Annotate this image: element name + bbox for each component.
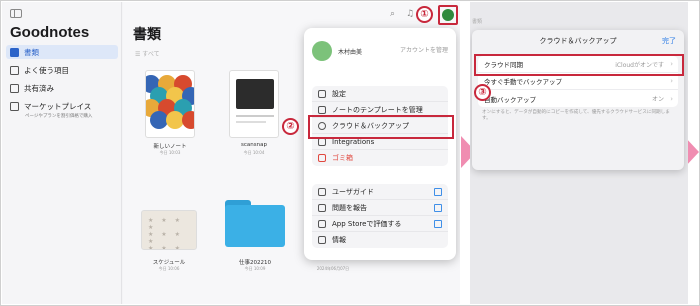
menu-item-report-problem[interactable]: 問題を報告 — [312, 200, 448, 216]
goodnotes-library-screen: Goodnotes 書類 よく使う項目 共有済み マーケットプレイス ページやプ… — [2, 2, 460, 304]
step-2-marker: ② — [282, 118, 299, 135]
external-link-icon — [434, 204, 442, 212]
sidebar-toggle-icon[interactable] — [10, 9, 22, 18]
sidebar-item-favorites[interactable]: よく使う項目 — [6, 63, 118, 77]
highlight-profile-button — [438, 5, 458, 25]
backup-note: オンにすると、データが自動的にコピーを作成して、優先するクラウドサービスに同期し… — [482, 110, 670, 121]
highlight-cloud-backup — [308, 115, 454, 139]
marketplace-subtitle: ページやプランを割引価格で購入 — [25, 114, 93, 119]
menu-item-info[interactable]: 情報 — [312, 232, 448, 248]
notebook-cover-schedule[interactable]: ★ ★ ★ ★ ★ ★ ★ ★ ★ ★ ★ — [141, 210, 197, 250]
cloud-backup-settings-screen: 書類 クラウド＆バックアップ 完了 クラウド同期 iCloudがオンです › 今… — [470, 2, 688, 304]
profile-avatar-button[interactable] — [442, 9, 454, 21]
stars-pattern: ★ ★ ★ ★ ★ ★ ★ ★ ★ ★ ★ — [148, 217, 183, 250]
menu-item-trash[interactable]: ゴミ箱 — [312, 150, 448, 166]
star-icon — [318, 219, 326, 228]
search-icon[interactable]: ⌕ — [390, 9, 395, 19]
highlight-cloud-sync — [474, 54, 684, 76]
account-menu-popover: 木村由美 アカウントを管理 設定 ノートのテンプレートを管理 クラウド＆バックア… — [304, 28, 456, 260]
sidebar-item-documents[interactable]: 書類 — [6, 45, 118, 59]
external-link-icon — [434, 188, 442, 196]
chevron-right-icon: › — [670, 94, 673, 103]
notebook-date: 今日 10:06 — [158, 266, 180, 271]
gear-icon — [318, 89, 326, 98]
menu-item-user-guide[interactable]: ユーザガイド — [312, 184, 448, 200]
folder-date: 今日 10:09 — [244, 266, 266, 271]
external-link-icon — [434, 220, 442, 228]
avatar — [312, 41, 332, 61]
panel-title: クラウド＆バックアップ — [539, 37, 617, 45]
menu-item-rate-app[interactable]: App Storeで評価する — [312, 216, 448, 232]
folder-title: 仕事202210 — [239, 260, 271, 266]
info-icon — [318, 236, 326, 244]
scanner-image — [236, 79, 274, 109]
bookmark-icon — [10, 65, 19, 75]
row-auto-backup[interactable]: 自動バックアップ オン › — [478, 90, 678, 107]
notebook-date: 今日 10:04 — [243, 150, 265, 155]
notebook-title: スケジュール — [152, 260, 186, 266]
menu-group-help: ユーザガイド 問題を報告 App Storeで評価する 情報 — [312, 184, 448, 248]
notebook-cover-new-note[interactable] — [145, 70, 195, 138]
account-name: 木村由美 — [338, 48, 363, 56]
page-title: 書類 — [133, 27, 161, 43]
step-3-marker: ③ — [474, 84, 491, 101]
sidebar: Goodnotes 書類 よく使う項目 共有済み マーケットプレイス ページやプ… — [2, 2, 122, 304]
document-icon — [10, 47, 19, 57]
notebook-title: 新しいノート — [153, 144, 187, 150]
manage-account-link[interactable]: アカウントを管理 — [398, 47, 448, 55]
folder-icon — [225, 205, 285, 247]
people-icon — [10, 83, 19, 93]
folder-work[interactable] — [225, 200, 285, 248]
step-1-marker: ① — [416, 6, 433, 23]
menu-item-settings[interactable]: 設定 — [312, 86, 448, 102]
auto-backup-status: オン — [651, 96, 664, 103]
trash-icon — [318, 154, 326, 162]
store-icon — [10, 101, 19, 111]
item-date: 2024年06月07日 — [316, 266, 350, 271]
done-button[interactable]: 完了 — [662, 36, 676, 46]
template-icon — [318, 105, 326, 114]
chat-icon — [318, 203, 326, 212]
bell-icon[interactable]: ♫ — [406, 9, 414, 19]
filter-dropdown[interactable]: ☰ すべて — [135, 49, 160, 58]
sidebar-item-shared[interactable]: 共有済み — [6, 81, 118, 95]
background-title: 書類 — [472, 19, 483, 25]
app-title: Goodnotes — [10, 24, 90, 41]
notebook-title: scansnap — [241, 142, 267, 148]
chevron-right-icon: › — [670, 77, 673, 85]
sidebar-item-marketplace[interactable]: マーケットプレイス — [6, 99, 118, 113]
notebook-cover-scansnap[interactable] — [229, 70, 279, 138]
account-row[interactable]: 木村由美 アカウントを管理 — [312, 38, 448, 64]
book-icon — [318, 187, 326, 196]
notebook-date: 今日 10:03 — [159, 150, 181, 155]
cloud-backup-panel: クラウド＆バックアップ 完了 クラウド同期 iCloudがオンです › 今すぐ手… — [472, 30, 684, 170]
